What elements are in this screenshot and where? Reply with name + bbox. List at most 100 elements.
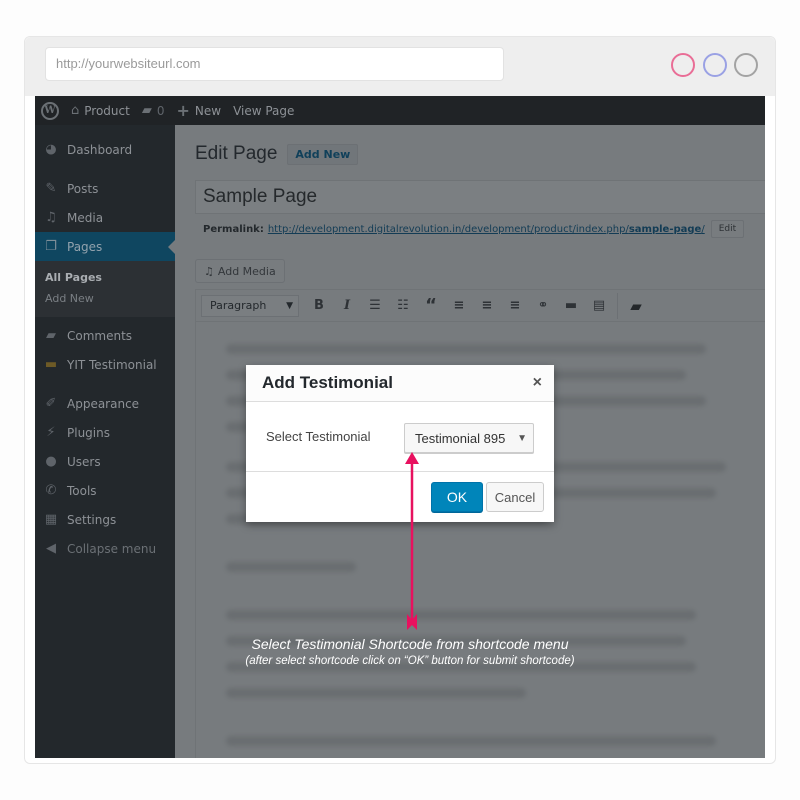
blockquote-button[interactable]: “	[417, 295, 445, 317]
toolbar-toggle-button[interactable]: ▤	[585, 295, 613, 317]
sidebar-item-label: YIT Testimonial	[67, 357, 157, 372]
user-icon: ●	[45, 454, 57, 469]
sidebar-item-appearance[interactable]: ✐ Appearance	[35, 389, 175, 418]
dashboard-icon: ◕	[45, 142, 57, 157]
bulleted-list-icon: ☰	[369, 298, 381, 313]
browser-chrome: http://yourwebsiteurl.com	[25, 37, 775, 96]
wordpress-logo-icon: W	[41, 101, 59, 120]
window-dot-gray[interactable]	[734, 53, 758, 77]
sidebar-item-label: Comments	[67, 328, 133, 343]
sidebar-item-yit-testimonial[interactable]: ▬ YIT Testimonial	[35, 350, 175, 379]
testimonial-shortcode-icon: ▰	[630, 296, 642, 315]
address-bar[interactable]: http://yourwebsiteurl.com	[45, 47, 504, 81]
permalink-base: http://development.digitalrevolution.in/…	[267, 223, 629, 235]
read-more-icon: ▬	[564, 298, 578, 313]
testimonial-select[interactable]: Testimonial 895 ▼	[404, 423, 534, 453]
sidebar-item-users[interactable]: ● Users	[35, 447, 175, 476]
media-icon: ♫	[204, 264, 214, 278]
permalink-slug: sample-page	[628, 223, 702, 235]
permalink-trailing: /	[701, 223, 705, 235]
new-content-link[interactable]: + New	[176, 101, 221, 120]
submenu-add-new[interactable]: Add New	[35, 288, 175, 309]
annotation-line-2: (after select shortcode click on “OK” bu…	[245, 655, 575, 667]
admin-sidebar: ◕ Dashboard ✎ Posts ♫ Media ❐ Pages All Page…	[35, 125, 175, 758]
read-more-button[interactable]: ▬	[557, 295, 585, 317]
submenu-all-pages[interactable]: All Pages	[35, 267, 175, 288]
align-right-icon: ≡	[509, 298, 521, 313]
view-page-link[interactable]: View Page	[233, 104, 294, 118]
wp-logo-menu[interactable]: W	[41, 101, 59, 120]
sidebar-item-label: Collapse menu	[67, 541, 157, 556]
sidebar-item-posts[interactable]: ✎ Posts	[35, 174, 175, 203]
post-title-input[interactable]: Sample Page	[195, 180, 765, 214]
add-media-button[interactable]: ♫ Add Media	[195, 259, 285, 283]
align-center-button[interactable]: ≡	[473, 295, 501, 317]
sidebar-item-plugins[interactable]: ⚡ Plugins	[35, 418, 175, 447]
align-left-icon: ≡	[453, 298, 465, 313]
permalink-label: Permalink:	[203, 223, 264, 235]
add-new-button[interactable]: Add New	[287, 143, 359, 165]
bold-icon: B	[314, 298, 324, 313]
site-name-link[interactable]: ⌂ Product	[71, 103, 130, 118]
arrow-head	[405, 452, 419, 464]
testimonial-icon: ▬	[44, 357, 58, 372]
pages-icon: ❐	[45, 239, 57, 254]
page-title: Edit Page	[195, 143, 278, 164]
comment-icon: ▰	[46, 328, 56, 343]
bulleted-list-button[interactable]: ☰	[361, 295, 389, 317]
window-dot-pink[interactable]	[671, 53, 695, 77]
chevron-down-icon: ▼	[286, 300, 293, 311]
dialog-title: Add Testimonial	[262, 373, 393, 392]
page-header: Edit Page Add New	[195, 143, 359, 165]
annotation-caption: Select Testimonial Shortcode from shortc…	[200, 636, 620, 667]
collapse-menu-button[interactable]: ◀ Collapse menu	[35, 534, 175, 563]
wrench-icon: ✆	[45, 483, 57, 498]
close-icon[interactable]: ×	[533, 374, 542, 392]
edit-permalink-button[interactable]: Edit	[710, 220, 745, 238]
collapse-icon: ◀	[46, 541, 56, 556]
sidebar-item-pages[interactable]: ❐ Pages	[35, 232, 175, 261]
align-center-icon: ≡	[481, 298, 493, 313]
sidebar-item-label: Posts	[67, 181, 99, 196]
sidebar-item-tools[interactable]: ✆ Tools	[35, 476, 175, 505]
plus-icon: +	[176, 101, 190, 120]
testimonial-shortcode-button[interactable]: ▰	[622, 295, 650, 317]
plug-icon: ⚡	[46, 425, 56, 440]
testimonial-select-value: Testimonial 895	[415, 430, 506, 446]
sidebar-item-label: Pages	[67, 239, 103, 254]
brush-icon: ✐	[45, 396, 57, 411]
view-page-label: View Page	[233, 103, 295, 118]
italic-icon: I	[343, 298, 351, 313]
sidebar-item-label: Plugins	[67, 425, 110, 440]
media-icon: ♫	[45, 210, 57, 225]
comments-link[interactable]: ▰ 0	[142, 103, 165, 118]
chevron-down-icon: ▼	[517, 432, 527, 444]
site-name: Product	[84, 103, 130, 118]
permalink-link[interactable]: http://development.digitalrevolution.in/…	[268, 224, 705, 235]
sidebar-item-label: Dashboard	[67, 142, 133, 157]
align-left-button[interactable]: ≡	[445, 295, 473, 317]
sidebar-item-settings[interactable]: ▦ Settings	[35, 505, 175, 534]
toolbar-divider	[617, 292, 618, 319]
select-testimonial-label: Select Testimonial	[266, 429, 371, 444]
bold-button[interactable]: B	[305, 295, 333, 317]
new-label: New	[194, 103, 222, 118]
format-select[interactable]: Paragraph ▼	[201, 294, 299, 317]
align-right-button[interactable]: ≡	[501, 295, 529, 317]
dialog-header: Add Testimonial ×	[246, 365, 554, 402]
permalink-row: Permalink: http://development.digitalrev…	[203, 220, 745, 238]
window-dot-blue[interactable]	[703, 53, 727, 77]
ok-button[interactable]: OK	[431, 482, 483, 512]
italic-button[interactable]: I	[333, 295, 361, 317]
add-media-label: Add Media	[217, 264, 276, 278]
sidebar-item-label: Appearance	[67, 396, 140, 411]
cancel-button[interactable]: Cancel	[486, 482, 544, 512]
link-icon: ⚭	[537, 298, 549, 313]
editor-toolbar: Paragraph ▼ B I ☰ ☷ “ ≡ ≡ ≡ ⚭ ▬ ▤ ▰	[195, 289, 765, 321]
sidebar-item-media[interactable]: ♫ Media	[35, 203, 175, 232]
sidebar-item-dashboard[interactable]: ◕ Dashboard	[35, 135, 175, 164]
sidebar-item-comments[interactable]: ▰ Comments	[35, 321, 175, 350]
link-button[interactable]: ⚭	[529, 295, 557, 317]
numbered-list-button[interactable]: ☷	[389, 295, 417, 317]
format-select-value: Paragraph	[210, 299, 267, 312]
